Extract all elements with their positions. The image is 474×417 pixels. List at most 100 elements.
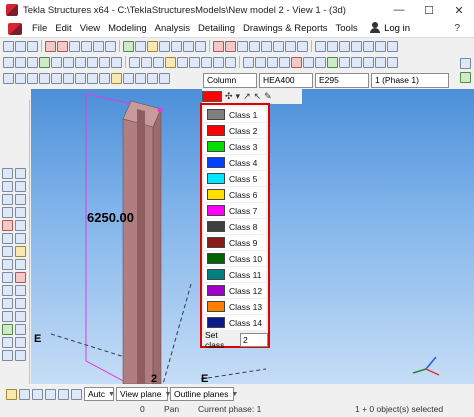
chevron-down-icon[interactable]: ▾ [236, 91, 241, 102]
current-class-color-swatch[interactable] [202, 91, 222, 102]
column-part[interactable] [122, 100, 163, 384]
class-item-5[interactable]: Class 5 [204, 171, 266, 186]
circle-icon[interactable] [195, 40, 206, 52]
snap-free-icon[interactable] [315, 56, 326, 68]
paste-icon[interactable] [105, 40, 116, 52]
snap-any-icon[interactable] [213, 56, 224, 68]
class-item-14[interactable]: Class 14 [204, 315, 266, 330]
menu-tools[interactable]: Tools [332, 23, 362, 34]
menu-file[interactable]: File [28, 23, 51, 34]
inquire-tool-icon[interactable]: ✎ [264, 91, 272, 102]
zoom-in-icon[interactable] [15, 72, 26, 84]
mirror-icon[interactable] [2, 194, 13, 205]
line-cut-icon[interactable] [15, 233, 26, 244]
minimize-button[interactable]: — [384, 0, 414, 20]
drawing-list-icon[interactable] [15, 298, 26, 309]
snap-part-icon[interactable] [291, 56, 302, 68]
twin-profile-icon[interactable] [261, 40, 272, 52]
rotate-icon[interactable] [63, 72, 74, 84]
workplane-icon[interactable] [147, 40, 158, 52]
snap-nearest-icon[interactable] [153, 56, 164, 68]
concrete-column-icon[interactable] [315, 40, 326, 52]
erase-icon[interactable] [159, 72, 170, 84]
move-handle-icon[interactable]: ✣ [225, 91, 233, 102]
bolt-part-icon[interactable] [15, 259, 26, 270]
class-item-13[interactable]: Class 13 [204, 299, 266, 314]
copy-object-icon[interactable] [15, 181, 26, 192]
new-model-icon[interactable] [3, 40, 14, 52]
zoom-out-icon[interactable] [27, 72, 38, 84]
menu-analysis[interactable]: Analysis [151, 23, 194, 34]
redo-icon[interactable] [57, 40, 68, 52]
component-icon[interactable] [2, 272, 13, 283]
class-item-11[interactable]: Class 11 [204, 267, 266, 282]
select-surface-icon[interactable] [27, 56, 38, 68]
slab-icon[interactable] [339, 40, 350, 52]
select-views-icon[interactable] [99, 56, 110, 68]
print-icon[interactable] [69, 40, 80, 52]
select-parts-icon[interactable] [15, 56, 26, 68]
report-icon[interactable] [2, 298, 13, 309]
pointer-icon[interactable]: ↖ [254, 91, 262, 102]
beam-icon[interactable] [225, 40, 236, 52]
grid-icon[interactable] [123, 40, 134, 52]
clash-check-icon[interactable] [15, 285, 26, 296]
tekla-menu-logo-icon[interactable] [8, 22, 22, 35]
combine-icon[interactable] [2, 220, 13, 231]
profile-field[interactable]: HEA400 [259, 73, 313, 88]
open-model-icon[interactable] [15, 40, 26, 52]
menu-view[interactable]: View [76, 23, 104, 34]
macro-icon[interactable] [15, 272, 26, 283]
class-item-4[interactable]: Class 4 [204, 155, 266, 170]
chevron-down-icon[interactable] [2, 350, 13, 361]
weld-icon[interactable] [297, 40, 308, 52]
center-view-icon[interactable] [87, 72, 98, 84]
phase-field[interactable]: 1 (Phase 1) [371, 73, 449, 88]
outline-planes-select[interactable]: Outline planes ▼ [170, 387, 238, 401]
close-button[interactable]: ✕ [444, 0, 474, 20]
profile-type-field[interactable]: Column [203, 73, 257, 88]
class-item-12[interactable]: Class 12 [204, 283, 266, 298]
class-item-8[interactable]: Class 8 [204, 219, 266, 234]
material-field[interactable]: E295 [315, 73, 369, 88]
array-icon[interactable] [2, 207, 13, 218]
menu-detailing[interactable]: Detailing [194, 23, 239, 34]
snap-intersection-icon[interactable] [177, 56, 188, 68]
snap-endpoint-icon[interactable] [243, 56, 254, 68]
concrete-beam-icon[interactable] [327, 40, 338, 52]
line-icon[interactable] [171, 40, 182, 52]
class-item-2[interactable]: Class 2 [204, 123, 266, 138]
cut-icon[interactable] [81, 40, 92, 52]
measure-icon[interactable] [123, 72, 134, 84]
smart-select-icon[interactable] [363, 56, 374, 68]
snap-zoom-icon[interactable] [71, 388, 82, 400]
undo-icon[interactable] [45, 40, 56, 52]
cut-part-icon[interactable] [2, 233, 13, 244]
snap-center-icon[interactable] [255, 56, 266, 68]
help-icon[interactable]: ? [454, 23, 460, 34]
class-item-6[interactable]: Class 6 [204, 187, 266, 202]
set-class-input[interactable] [240, 333, 268, 347]
lock-icon[interactable] [15, 324, 26, 335]
assembly-icon[interactable] [15, 168, 26, 179]
select-points-icon[interactable] [39, 56, 50, 68]
task-manager-icon[interactable] [2, 324, 13, 335]
chamfer-icon[interactable] [15, 246, 26, 257]
filter-icon[interactable] [387, 56, 398, 68]
snap-3d-icon[interactable] [327, 56, 338, 68]
snap-plane-override-icon[interactable] [339, 56, 350, 68]
plane-icon[interactable] [183, 40, 194, 52]
snap-component-icon[interactable] [303, 56, 314, 68]
class-item-1[interactable]: Class 1 [204, 107, 266, 122]
save-icon[interactable] [27, 40, 38, 52]
bolt-icon[interactable] [285, 40, 296, 52]
delete-icon[interactable] [147, 72, 158, 84]
snap-ortho-icon[interactable] [6, 388, 17, 400]
view-icon[interactable] [135, 40, 146, 52]
inquire-icon[interactable] [135, 72, 146, 84]
rebar-icon[interactable] [387, 40, 398, 52]
class-item-3[interactable]: Class 3 [204, 139, 266, 154]
snap-midpoint-icon[interactable] [165, 56, 176, 68]
snap-line-extension-icon[interactable] [201, 56, 212, 68]
zoom-window-icon[interactable] [39, 72, 50, 84]
